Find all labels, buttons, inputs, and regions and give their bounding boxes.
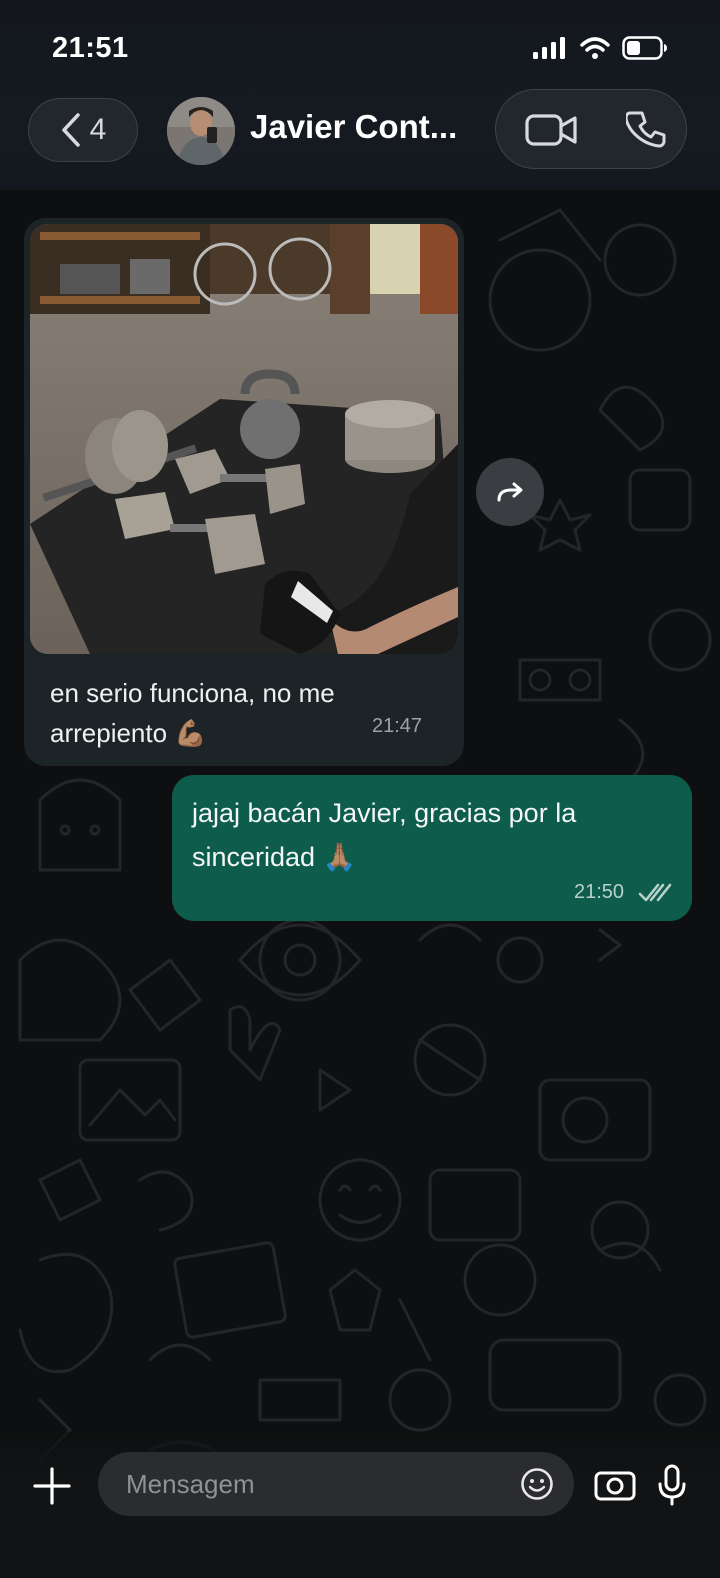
forward-icon — [497, 482, 523, 502]
signal-icon — [533, 37, 565, 59]
contact-name[interactable]: Javier Cont... — [250, 108, 478, 146]
status-time: 21:51 — [52, 32, 129, 64]
phone-icon[interactable] — [626, 110, 666, 150]
unread-count: 4 — [89, 113, 107, 146]
incoming-message[interactable]: en serio funciona, no me arrepiento 💪🏽 2… — [24, 218, 464, 766]
battery-icon — [622, 36, 667, 60]
message-line: arrepiento 💪🏽 — [50, 718, 207, 748]
message-line: jajaj bacán Javier, gracias por la — [192, 798, 577, 828]
message-photo[interactable] — [30, 224, 458, 654]
video-call-icon[interactable] — [524, 110, 578, 150]
camera-icon[interactable] — [594, 1468, 636, 1502]
message-composer — [0, 1432, 720, 1578]
back-button[interactable]: 4 — [28, 98, 138, 162]
status-icons — [532, 36, 668, 60]
message-line: sinceridad 🙏🏽 — [192, 842, 357, 872]
call-buttons — [495, 89, 687, 169]
plus-icon[interactable] — [32, 1466, 72, 1506]
sticker-icon[interactable] — [520, 1467, 554, 1501]
mic-icon[interactable] — [656, 1464, 688, 1506]
message-time: 21:47 — [372, 715, 423, 737]
forward-button[interactable] — [476, 458, 544, 526]
avatar[interactable] — [167, 97, 235, 165]
wifi-icon — [580, 37, 610, 59]
message-time: 21:50 — [574, 881, 625, 903]
gym-equipment-photo — [30, 224, 458, 654]
double-check-icon — [638, 883, 672, 902]
message-input[interactable] — [98, 1452, 574, 1516]
status-bar: 21:51 — [0, 0, 720, 90]
avatar-photo — [167, 97, 235, 165]
message-line: en serio funciona, no me — [50, 678, 335, 708]
chevron-left-icon — [61, 113, 80, 147]
message-text: jajaj bacán Javier, gracias por la since… — [192, 791, 672, 879]
outgoing-message[interactable]: jajaj bacán Javier, gracias por la since… — [172, 775, 692, 921]
message-text: en serio funciona, no me arrepiento 💪🏽 — [50, 673, 410, 753]
